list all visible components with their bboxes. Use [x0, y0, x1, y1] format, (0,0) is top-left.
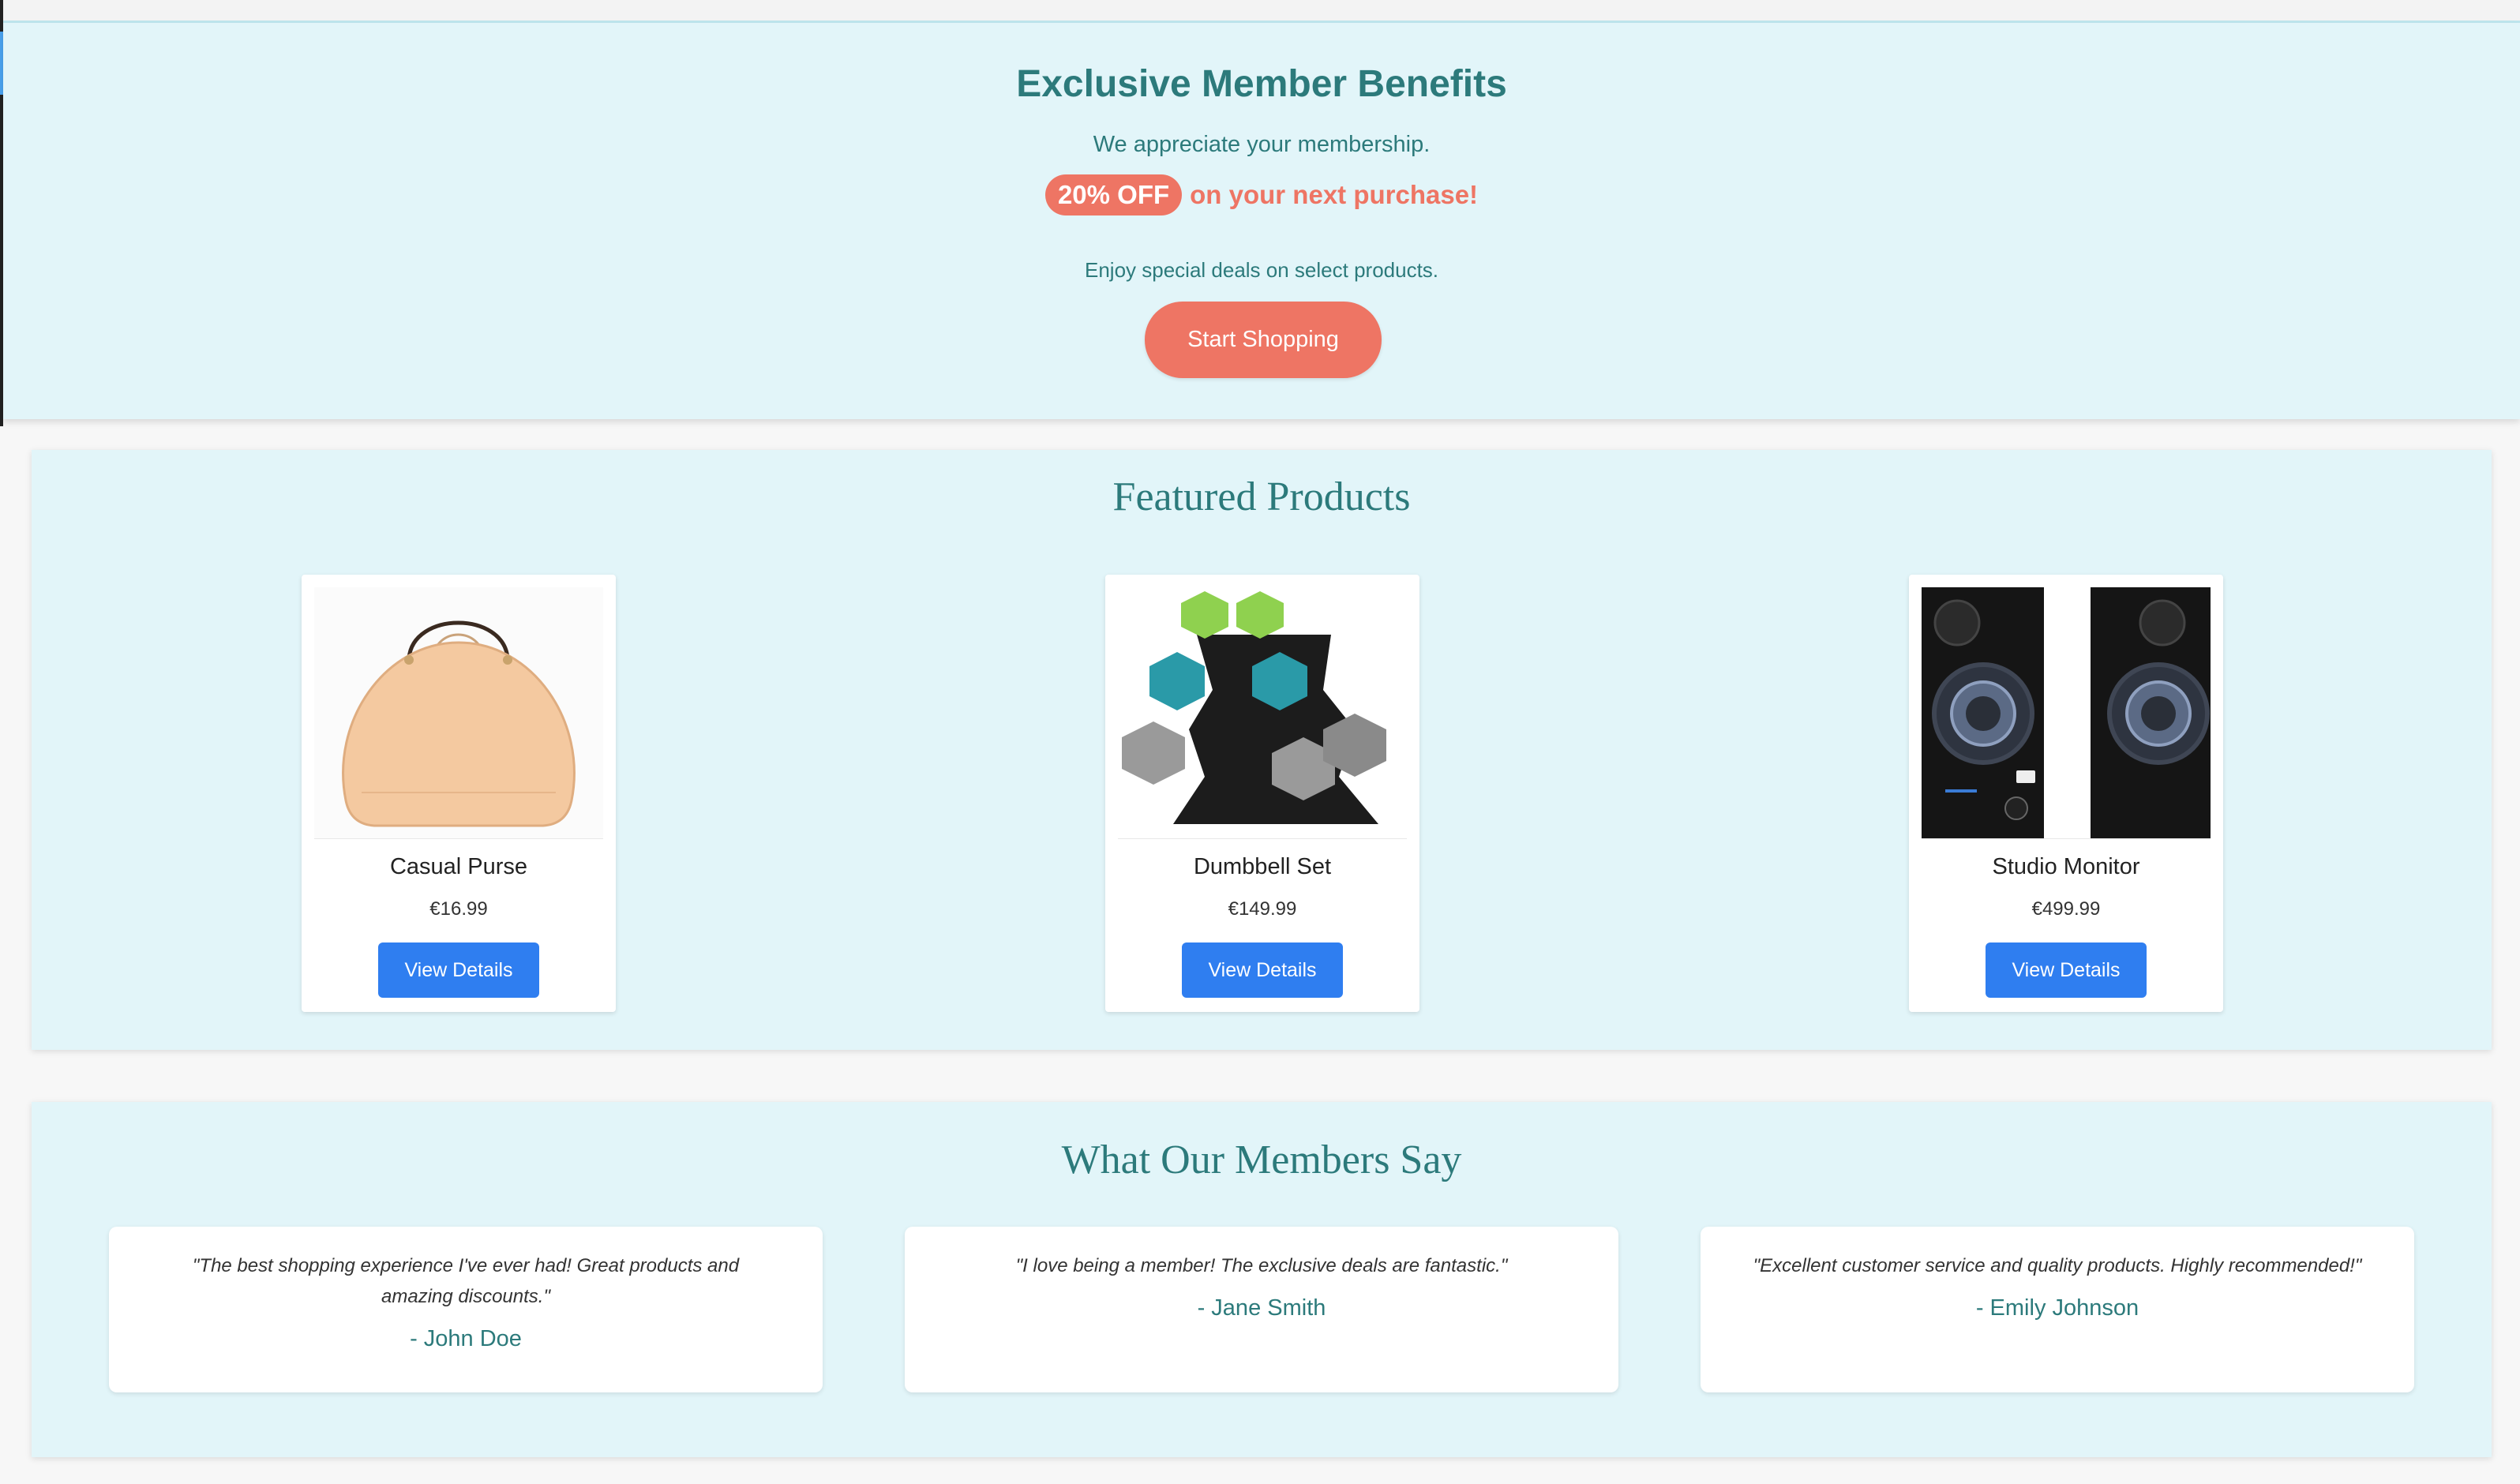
- start-shopping-button[interactable]: Start Shopping: [1145, 302, 1382, 378]
- featured-products-section: Featured Products Casual Purse €16.99 Vi…: [32, 450, 2492, 1050]
- testimonial-card: "The best shopping experience I've ever …: [109, 1227, 823, 1392]
- member-benefits-banner: Exclusive Member Benefits We appreciate …: [3, 23, 2520, 419]
- testimonials-title: What Our Members Say: [1061, 1137, 1462, 1182]
- banner-subtitle: We appreciate your membership.: [1093, 132, 1431, 157]
- speaker-image[interactable]: [1922, 587, 2211, 839]
- dumbbell-icon: [1118, 587, 1407, 838]
- testimonial-card: "Excellent customer service and quality …: [1701, 1227, 2414, 1392]
- view-details-button[interactable]: View Details: [1986, 942, 2147, 998]
- purse-image[interactable]: [314, 587, 603, 839]
- speaker-icon: [1922, 587, 2211, 838]
- product-name: Studio Monitor: [1992, 854, 2140, 879]
- testimonial-author: - Jane Smith: [1197, 1295, 1326, 1321]
- testimonials-section: What Our Members Say "The best shopping …: [32, 1102, 2492, 1457]
- product-price: €499.99: [2031, 898, 2101, 920]
- offer-text: on your next purchase!: [1190, 180, 1479, 209]
- offer-line: 20% OFF on your next purchase!: [3, 174, 2520, 215]
- testimonial-quote: "The best shopping experience I've ever …: [192, 1255, 740, 1307]
- product-price: €16.99: [429, 898, 488, 920]
- featured-products-title: Featured Products: [1112, 474, 1411, 519]
- product-price: €149.99: [1228, 898, 1297, 920]
- banner-note: Enjoy special deals on select products.: [1084, 258, 1439, 282]
- testimonial-author: - John Doe: [410, 1326, 522, 1351]
- purse-icon: [314, 587, 603, 838]
- view-details-button[interactable]: View Details: [1182, 942, 1343, 998]
- discount-badge: 20% OFF: [1044, 174, 1183, 215]
- browser-top-strip: [0, 0, 2520, 23]
- testimonial-author: - Emily Johnson: [1975, 1295, 2139, 1321]
- testimonial-quote: "Excellent customer service and quality …: [1753, 1255, 2362, 1276]
- banner-title: Exclusive Member Benefits: [1016, 63, 1507, 105]
- product-card: Casual Purse €16.99 View Details: [302, 575, 616, 1012]
- product-name: Casual Purse: [389, 854, 528, 879]
- dumbbell-image[interactable]: [1118, 587, 1407, 839]
- view-details-button[interactable]: View Details: [378, 942, 539, 998]
- product-card: Dumbbell Set €149.99 View Details: [1105, 575, 1419, 1012]
- testimonial-card: "I love being a member! The exclusive de…: [905, 1227, 1618, 1392]
- page: Exclusive Member Benefits We appreciate …: [0, 0, 2520, 1484]
- product-name: Dumbbell Set: [1193, 854, 1332, 879]
- testimonial-quote: "I love being a member! The exclusive de…: [1015, 1255, 1508, 1276]
- product-card: Studio Monitor €499.99 View Details: [1909, 575, 2223, 1012]
